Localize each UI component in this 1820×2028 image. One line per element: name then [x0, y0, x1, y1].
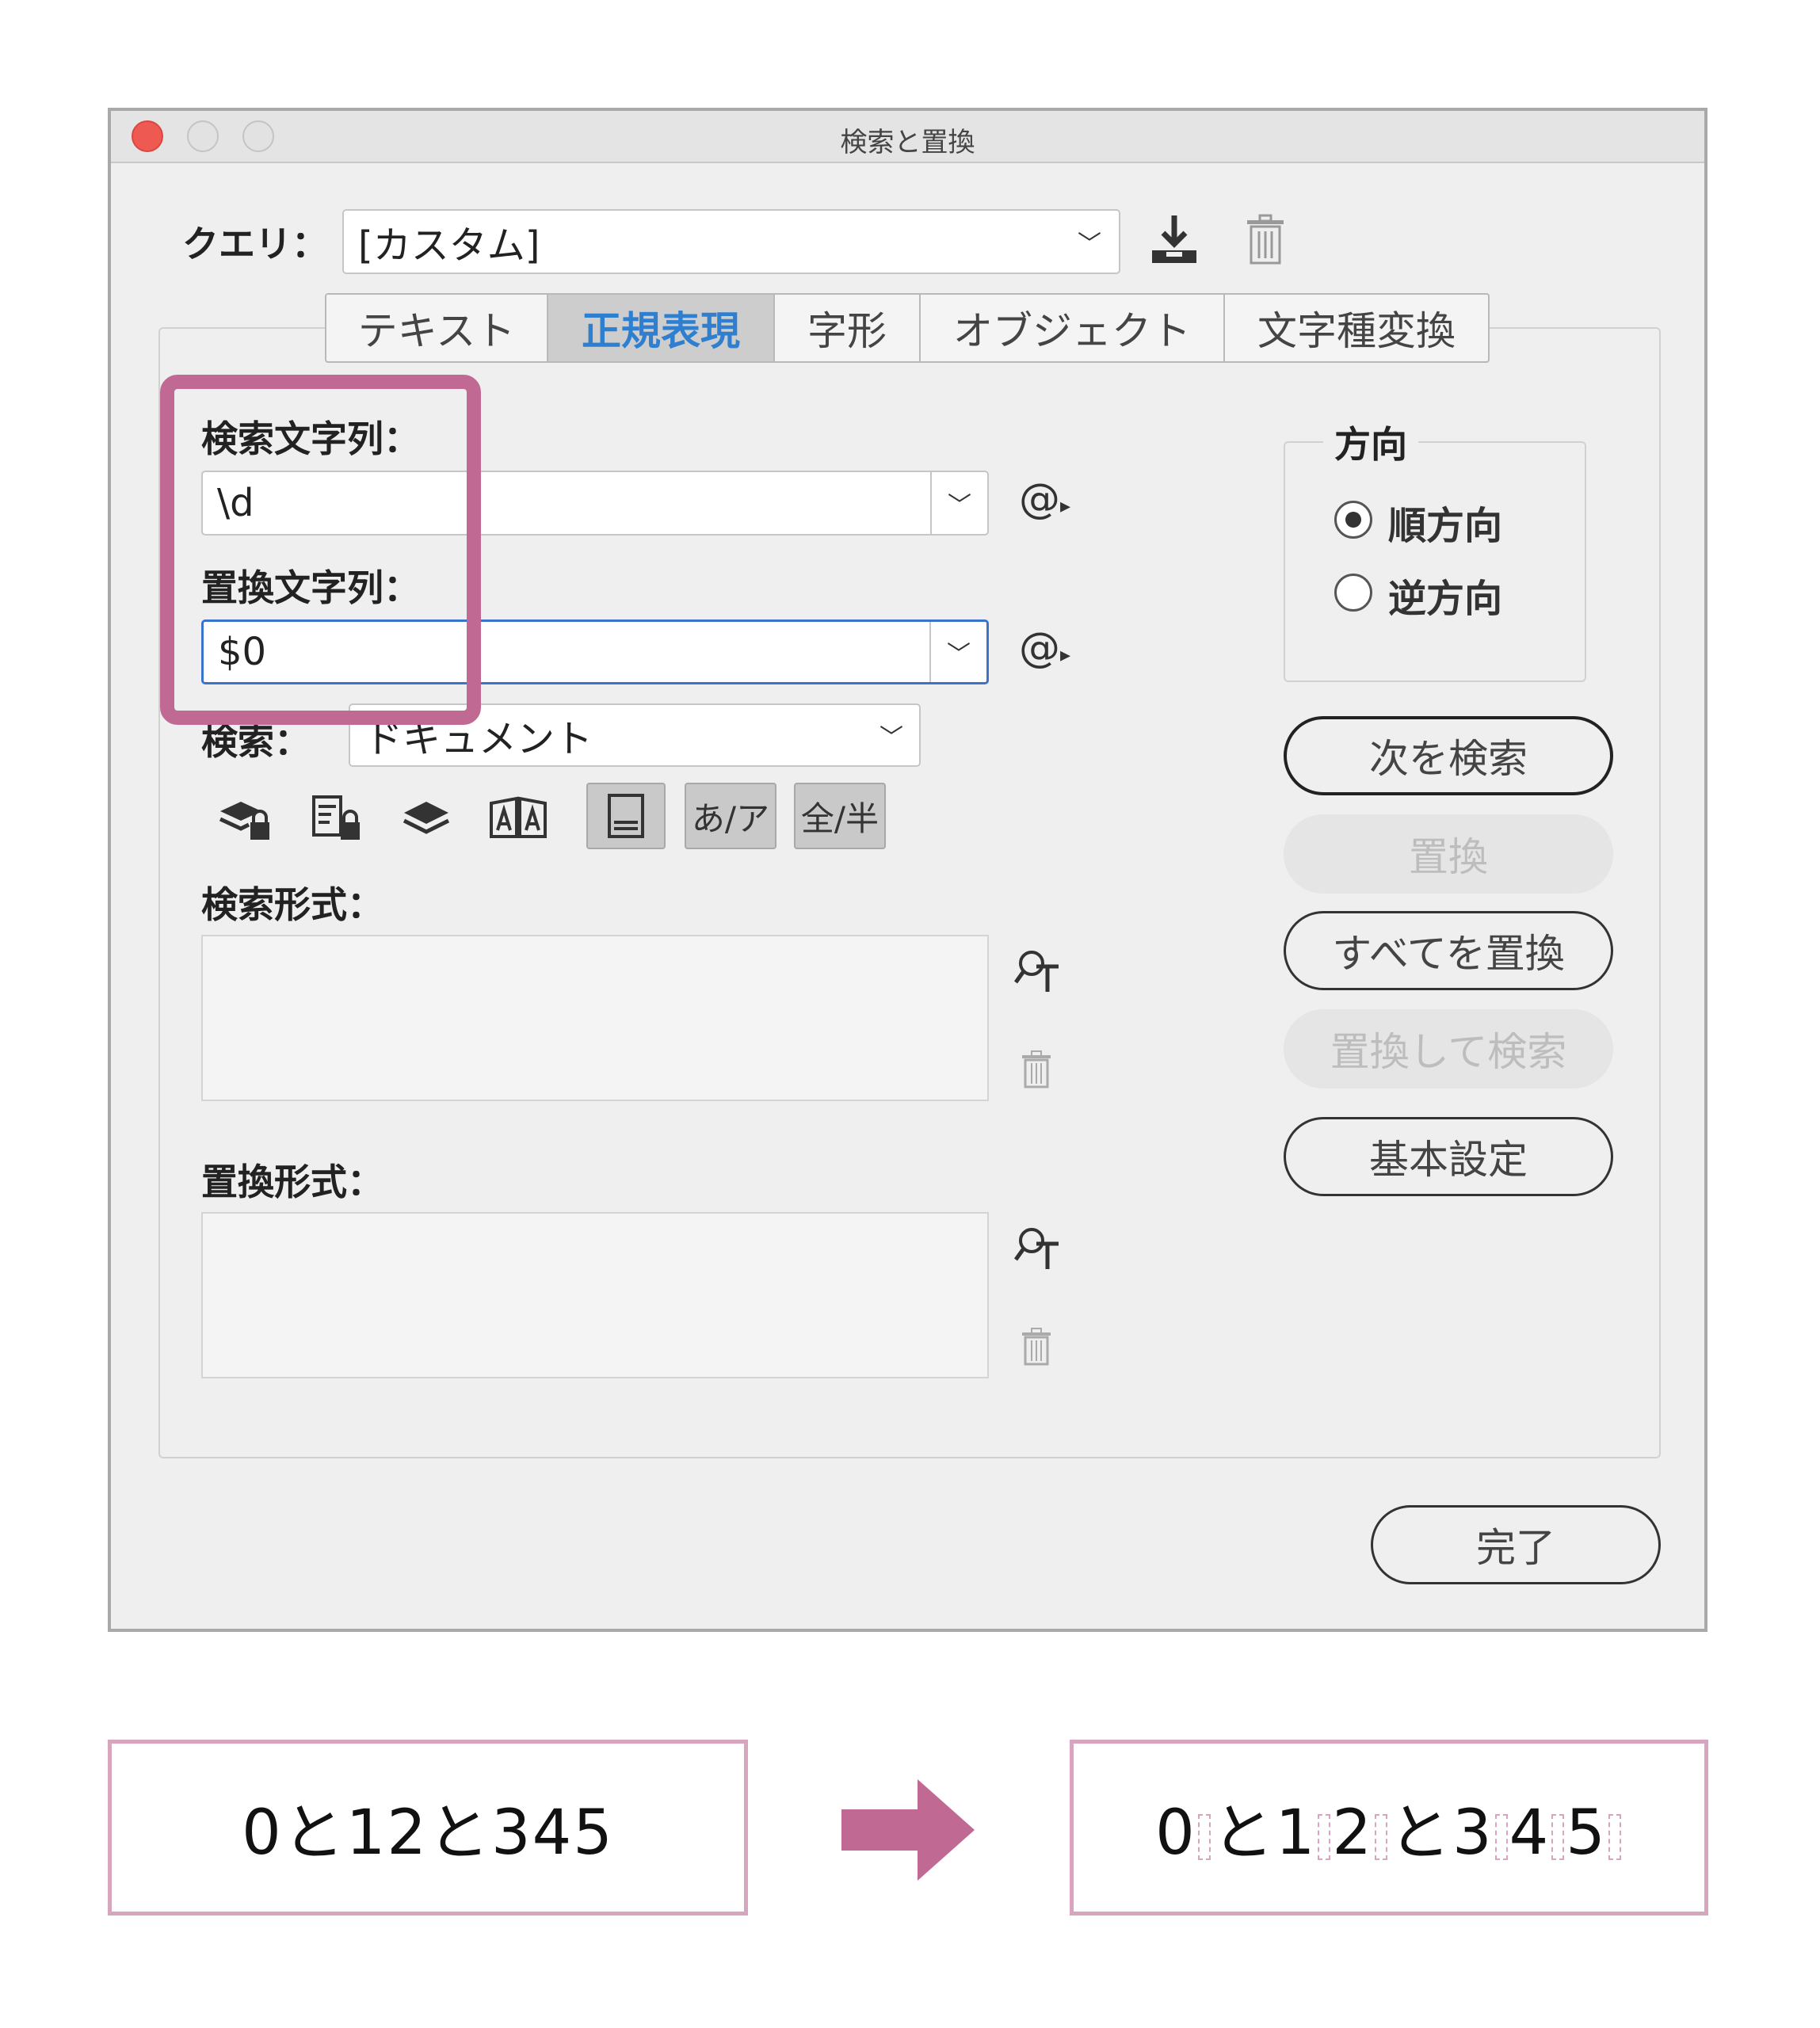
- example-after-char: 3: [1452, 1797, 1494, 1869]
- hidden-char-marker: [1494, 1813, 1508, 1860]
- specify-find-format-icon[interactable]: [1013, 946, 1063, 998]
- hidden-char-marker: [1375, 1813, 1387, 1860]
- chevron-down-icon: ﹀: [1078, 231, 1101, 258]
- highlight-annotation: [160, 375, 481, 725]
- forward-label: 順方向: [1388, 504, 1503, 548]
- specify-change-format-icon[interactable]: [1013, 1223, 1063, 1275]
- arrow-right-icon: [841, 1779, 975, 1884]
- example-before-box: 0と12と345: [108, 1740, 748, 1916]
- tab-bar: テキスト 正規表現 字形 オブジェクト 文字種変換: [325, 293, 1490, 363]
- example-after-char: 4: [1509, 1797, 1551, 1869]
- direction-legend: 方向: [1323, 416, 1418, 468]
- tab-transliterate[interactable]: 文字種変換: [1225, 295, 1488, 361]
- change-format-box[interactable]: [201, 1212, 989, 1378]
- include-master-pages-icon[interactable]: [479, 784, 558, 851]
- include-hidden-layers-icon[interactable]: [387, 784, 466, 851]
- change-button[interactable]: 置換: [1284, 814, 1613, 894]
- example-after-char: と: [1211, 1797, 1276, 1869]
- hidden-char-marker: [1551, 1813, 1565, 1860]
- query-label: クエリ：: [182, 223, 328, 265]
- change-find-button[interactable]: 置換して検索: [1284, 1009, 1613, 1088]
- delete-query-icon[interactable]: [1244, 214, 1287, 269]
- change-history-dropdown[interactable]: ﹀: [929, 622, 986, 682]
- example-after-char: と: [1389, 1797, 1453, 1869]
- title-bar: 検索と置換: [111, 111, 1704, 163]
- chevron-down-icon: ﹀: [879, 724, 903, 752]
- include-locked-layers-icon[interactable]: [206, 784, 285, 851]
- find-next-button[interactable]: 次を検索: [1284, 716, 1613, 795]
- window-title: 検索と置換: [840, 127, 975, 158]
- example-after-char: 2: [1332, 1797, 1373, 1869]
- tab-object[interactable]: オブジェクト: [921, 295, 1225, 361]
- hidden-char-marker: [1318, 1813, 1331, 1860]
- example-before-text: 0と12と345: [242, 1797, 614, 1869]
- done-button[interactable]: 完了: [1371, 1505, 1661, 1584]
- find-change-dialog: 検索と置換 クエリ： [カスタム] ﹀ テキスト 正規表現 字形 オブジェクト …: [108, 108, 1707, 1632]
- direction-group: [1284, 441, 1586, 682]
- find-format-label: 検索形式：: [201, 883, 383, 926]
- hidden-char-marker: [1197, 1813, 1211, 1860]
- chevron-down-icon: ﹀: [948, 492, 971, 520]
- chevron-down-icon: ﹀: [947, 641, 971, 669]
- example-after-char: 5: [1566, 1797, 1607, 1869]
- change-all-button[interactable]: すべてを置換: [1284, 911, 1613, 990]
- more-options-button[interactable]: 基本設定: [1284, 1117, 1613, 1196]
- example-after-box: 0 と1 2 と3 4 5: [1070, 1740, 1708, 1916]
- backward-label: 逆方向: [1388, 577, 1503, 621]
- include-footnotes-icon[interactable]: [586, 783, 666, 849]
- tab-glyph[interactable]: 字形: [775, 295, 921, 361]
- width-sensitive-toggle[interactable]: 全/半: [794, 783, 886, 849]
- clear-find-format-icon[interactable]: [1021, 1050, 1052, 1092]
- query-select[interactable]: [カスタム] ﹀: [342, 209, 1120, 274]
- save-query-icon[interactable]: [1149, 212, 1200, 271]
- backward-radio[interactable]: [1334, 574, 1372, 612]
- find-format-box[interactable]: [201, 935, 989, 1101]
- hidden-char-marker: [1608, 1813, 1621, 1860]
- kana-sensitive-toggle[interactable]: あ/ア: [685, 783, 776, 849]
- clear-change-format-icon[interactable]: [1021, 1328, 1052, 1369]
- tab-grep[interactable]: 正規表現: [548, 295, 775, 361]
- tab-text[interactable]: テキスト: [326, 295, 548, 361]
- special-characters-find-icon[interactable]: @▸: [1019, 475, 1070, 523]
- example-after-char: 0: [1155, 1797, 1196, 1869]
- forward-radio[interactable]: [1334, 501, 1372, 539]
- special-characters-change-icon[interactable]: @▸: [1019, 624, 1070, 672]
- example-after-char: 1: [1275, 1797, 1317, 1869]
- find-history-dropdown[interactable]: ﹀: [930, 472, 987, 534]
- example-after-text: 0 と1 2 と3 4 5: [1155, 1783, 1623, 1872]
- include-locked-stories-icon[interactable]: [296, 784, 376, 851]
- change-format-label: 置換形式：: [201, 1161, 383, 1203]
- query-value: [カスタム]: [358, 223, 540, 268]
